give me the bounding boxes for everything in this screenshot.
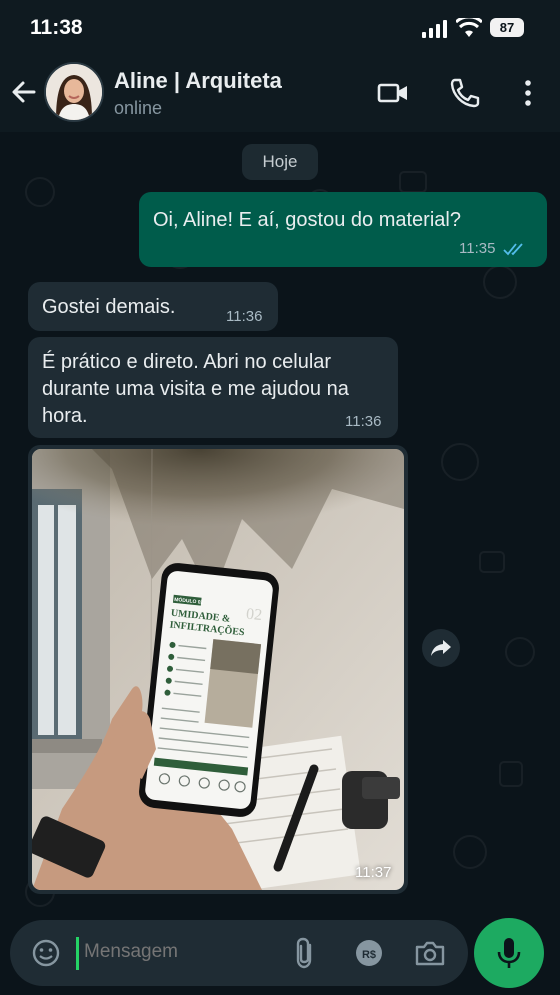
message-time: 11:35 (459, 240, 496, 257)
message-text: É prático e direto. Abri no celular dura… (42, 351, 349, 427)
contact-name[interactable]: Aline | Arquiteta (114, 68, 282, 94)
message-time: 11:36 (226, 308, 263, 325)
wifi-icon (456, 18, 482, 37)
text-cursor (76, 937, 79, 970)
message-bubble-incoming[interactable]: É prático e direto. Abri no celular dura… (28, 337, 398, 438)
message-text: Oi, Aline! E aí, gostou do material? (153, 209, 461, 231)
battery-indicator: 87 (490, 18, 524, 37)
camera-icon[interactable] (414, 938, 446, 968)
message-input[interactable] (84, 941, 274, 963)
more-vertical-icon[interactable] (518, 76, 538, 110)
signal-icon (422, 20, 447, 38)
message-bubble-outgoing[interactable]: Oi, Aline! E aí, gostou do material? 11:… (139, 192, 547, 267)
message-text: Gostei demais. (42, 296, 176, 318)
emoji-icon[interactable] (30, 937, 62, 969)
message-time: 11:36 (345, 413, 382, 430)
composer-bar: R$ (0, 918, 560, 995)
phone-icon[interactable] (448, 76, 480, 110)
forward-button[interactable] (422, 629, 460, 667)
message-input-box[interactable]: R$ (10, 920, 468, 986)
contact-presence: online (114, 98, 163, 118)
image-time: 11:37 (355, 864, 392, 881)
image-message[interactable]: MÓDULO 02 UMIDADE & INFILTRAÇÕES 02 11:3… (28, 445, 408, 894)
image-number: 02 (245, 606, 263, 625)
contact-avatar[interactable] (44, 62, 104, 122)
image-photo[interactable]: MÓDULO 02 UMIDADE & INFILTRAÇÕES 02 (32, 449, 404, 890)
chat-header: Aline | Arquiteta online (0, 56, 560, 132)
read-ticks-icon (503, 243, 523, 256)
video-call-icon[interactable] (376, 76, 410, 110)
status-bar: 11:38 87 (0, 0, 560, 56)
forward-icon (431, 640, 451, 656)
chat-area[interactable]: Hoje Oi, Aline! E aí, gostou do material… (0, 132, 560, 922)
message-bubble-incoming[interactable]: Gostei demais. 11:36 (28, 282, 278, 331)
avatar-photo (46, 64, 102, 120)
mic-button[interactable] (474, 918, 544, 988)
svg-text:R$: R$ (362, 949, 376, 961)
date-chip: Hoje (242, 144, 318, 180)
back-arrow-icon[interactable] (8, 76, 40, 108)
attach-icon[interactable] (293, 936, 317, 970)
status-time: 11:38 (30, 16, 83, 39)
payment-icon[interactable]: R$ (354, 938, 384, 968)
mic-icon (497, 938, 521, 968)
